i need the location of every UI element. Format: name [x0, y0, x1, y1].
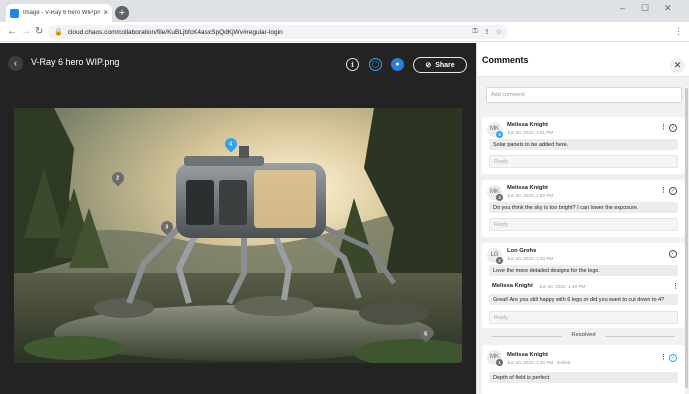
comment-author: Lon Grohs	[507, 248, 537, 254]
comment-date: Jun 30, 2022, 1:34 PM	[507, 256, 554, 261]
reply-input[interactable]: Reply	[489, 218, 678, 231]
share-label: Share	[435, 61, 455, 69]
marker-number: 3	[165, 224, 169, 230]
browser-toolbar: ← → ↻ 🔒 cloud.chaos.com/collaboration/fi…	[0, 22, 689, 42]
reply-author: Melissa Knight	[492, 283, 533, 289]
reply-input[interactable]: Reply	[489, 311, 678, 324]
comment-date: Jun 30, 2022, 1:30 PM · Edited	[507, 360, 571, 365]
tab-title: Image - V-Ray 6 hero WIP.png | C	[23, 10, 101, 16]
reply-input[interactable]: Reply	[489, 155, 678, 168]
marker-badge: 2	[496, 257, 503, 264]
image-viewer: ‹ V-Ray 6 hero WIP.png i ◯ ● ⊘ Share 2 3…	[0, 43, 476, 394]
marker-badge: 1	[496, 359, 503, 366]
comment-text: Do you think the sky is too bright? I ca…	[489, 202, 678, 213]
back-button[interactable]: ‹	[8, 56, 23, 71]
browser-tabstrip: Image - V-Ray 6 hero WIP.png | C × + – ☐…	[0, 0, 689, 22]
rendered-image[interactable]: 2 3 4 5	[14, 108, 462, 363]
robot-house-render	[14, 108, 462, 363]
resolve-check-icon[interactable]: ✓	[669, 187, 677, 195]
viewer-header: ‹ V-Ray 6 hero WIP.png i ◯ ● ⊘ Share	[0, 43, 476, 83]
comment-text: Depth of field is perfect	[489, 372, 678, 383]
marker-number: 5	[424, 331, 428, 337]
comment-date: Jun 30, 2022, 1:50 PM	[507, 193, 554, 198]
browser-menu-icon[interactable]: ⋮	[674, 26, 683, 37]
back-arrow-icon[interactable]: ←	[7, 25, 17, 39]
maximize-button[interactable]: ☐	[641, 3, 649, 14]
marker-number: 4	[229, 141, 233, 147]
marker-badge: 3	[496, 194, 503, 201]
resolved-check-icon[interactable]: ✓	[669, 354, 677, 362]
comment-card: MK 3 Melissa Knight Jun 30, 2022, 1:50 P…	[482, 180, 685, 237]
bookmark-star-icon[interactable]: ☆	[496, 28, 502, 36]
more-options-icon[interactable]: ⋮	[660, 123, 667, 131]
close-window-button[interactable]: ✕	[664, 3, 672, 14]
reload-icon[interactable]: ↻	[35, 25, 43, 39]
more-options-icon[interactable]: ⋮	[672, 282, 679, 290]
share-page-icon[interactable]: ⇪	[484, 28, 490, 36]
key-icon[interactable]: ⚿	[473, 28, 478, 36]
marker-badge: 4	[496, 131, 503, 138]
close-panel-button[interactable]: ✕	[670, 58, 685, 73]
resolve-check-icon[interactable]: ✓	[669, 124, 677, 132]
tab-close-icon[interactable]: ×	[103, 9, 108, 17]
comments-scrollbar[interactable]	[685, 88, 688, 388]
address-bar[interactable]: 🔒 cloud.chaos.com/collaboration/file/KuB…	[48, 25, 508, 39]
minimize-button[interactable]: –	[620, 3, 625, 13]
comments-panel: Comments ✕ Add comment MK 4 Melissa Knig…	[476, 43, 689, 394]
new-tab-button[interactable]: +	[115, 6, 129, 20]
reply-date: Jun 30, 2022, 1:48 PM	[539, 284, 586, 289]
resolved-divider: Resolved	[482, 332, 685, 338]
comment-author: Melissa Knight	[507, 122, 548, 128]
forward-arrow-icon[interactable]: →	[21, 25, 31, 39]
add-comment-input[interactable]: Add comment	[486, 87, 682, 103]
chaos-favicon-icon	[10, 8, 19, 18]
marker-number: 2	[116, 175, 120, 181]
comment-author: Melissa Knight	[507, 352, 548, 358]
browser-tab[interactable]: Image - V-Ray 6 hero WIP.png | C ×	[6, 4, 112, 22]
comment-card: MK 4 Melissa Knight Jun 30, 2022, 1:51 P…	[482, 117, 685, 174]
comment-text: Solar panels to be added here.	[489, 139, 678, 150]
comment-card: LG 2 Lon Grohs Jun 30, 2022, 1:34 PM ✓ L…	[482, 243, 685, 328]
more-options-icon[interactable]: ⋮	[660, 186, 667, 194]
comment-date: Jun 30, 2022, 1:51 PM	[507, 130, 554, 135]
comments-header: Comments ✕	[477, 43, 689, 77]
pin-icon[interactable]: ●	[391, 58, 404, 71]
comment-text: Love the more detailed designs for the l…	[489, 265, 678, 276]
more-options-icon[interactable]: ⋮	[660, 353, 667, 361]
comments-toggle-icon[interactable]: ◯	[369, 58, 382, 71]
comment-card: MK 1 Melissa Knight Jun 30, 2022, 1:30 P…	[482, 345, 685, 394]
resolve-check-icon[interactable]: ✓	[669, 250, 677, 258]
comment-author: Melissa Knight	[507, 185, 548, 191]
reply-text: Great! Are you still happy with 6 legs o…	[489, 294, 678, 305]
lock-icon: 🔒	[54, 29, 63, 36]
file-title: V-Ray 6 hero WIP.png	[31, 57, 120, 67]
url-text: cloud.chaos.com/collaboration/file/KuBLj…	[67, 28, 283, 36]
share-button[interactable]: ⊘ Share	[413, 57, 467, 73]
info-icon[interactable]: i	[346, 58, 359, 71]
comments-title: Comments	[482, 55, 529, 65]
link-icon: ⊘	[425, 62, 432, 69]
